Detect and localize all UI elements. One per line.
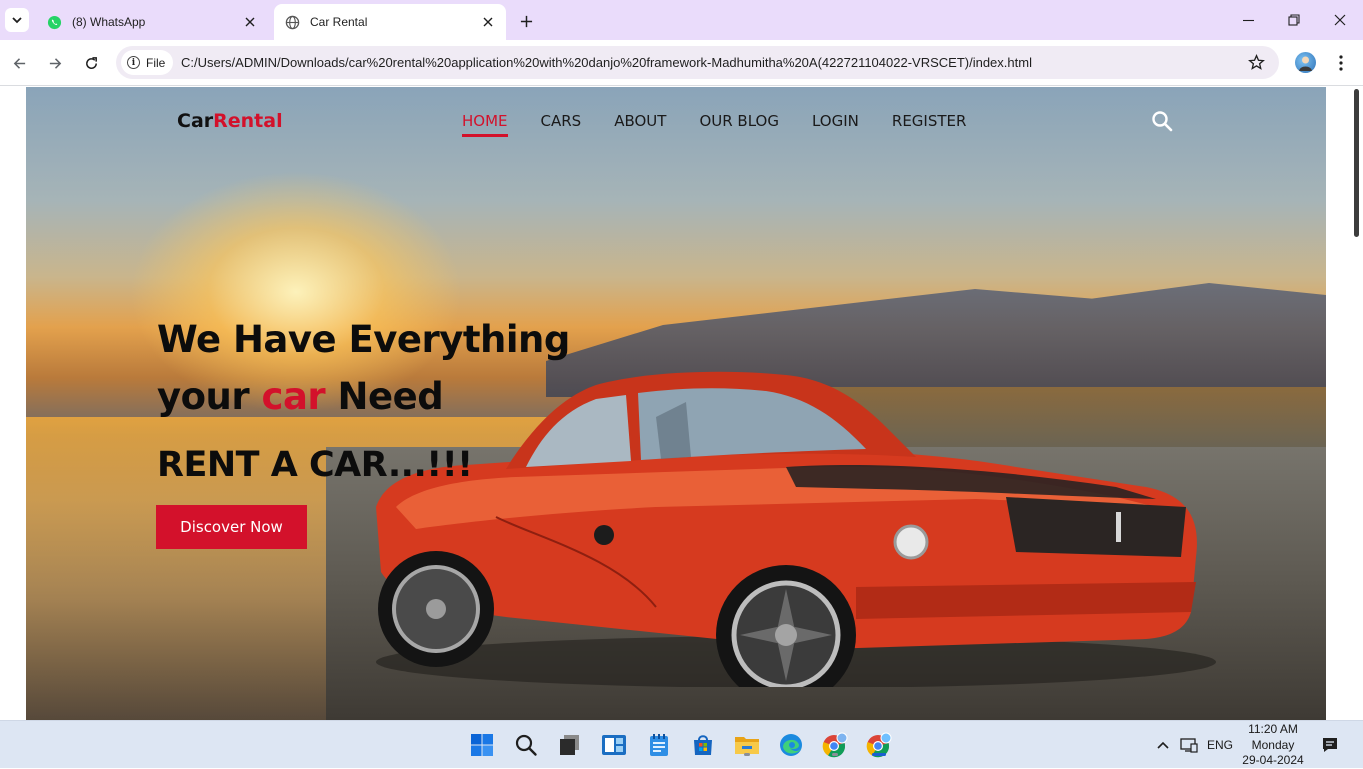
close-window-button[interactable] xyxy=(1325,6,1355,34)
notepad-icon[interactable] xyxy=(645,731,673,759)
nav-home[interactable]: HOME xyxy=(462,112,508,137)
clock-day: Monday xyxy=(1251,737,1295,752)
reload-icon xyxy=(85,56,97,69)
avatar-icon xyxy=(1299,56,1312,71)
site-info-chip[interactable]: i File xyxy=(121,50,174,75)
store-icon[interactable] xyxy=(689,731,717,759)
nav-register[interactable]: REGISTER xyxy=(892,112,967,137)
language-indicator[interactable]: ENG xyxy=(1207,721,1233,769)
show-hidden-icons-button[interactable] xyxy=(1156,721,1170,769)
windows-taskbar: ENG 11:20 AM Monday 29-04-2024 xyxy=(0,720,1363,768)
tab-car-rental[interactable]: Car Rental xyxy=(274,4,506,40)
nav-about[interactable]: ABOUT xyxy=(614,112,666,137)
hero-heading-highlight: car xyxy=(261,375,326,418)
address-bar[interactable]: i File C:/Users/ADMIN/Downloads/car%20re… xyxy=(116,46,1279,79)
nav-our-blog[interactable]: OUR BLOG xyxy=(699,112,779,137)
notification-icon xyxy=(1323,738,1337,752)
discover-now-button[interactable]: Discover Now xyxy=(156,505,307,549)
arrow-right-icon xyxy=(49,57,61,69)
plus-icon xyxy=(520,15,532,27)
restore-icon xyxy=(1288,14,1300,26)
tab-whatsapp[interactable]: (8) WhatsApp xyxy=(36,4,268,40)
search-icon[interactable] xyxy=(1151,110,1173,132)
hero-heading-line2-end: Need xyxy=(325,375,444,418)
edge-icon[interactable] xyxy=(777,731,805,759)
minimize-icon xyxy=(1242,19,1254,21)
hero-subheading: RENT A CAR...!!! xyxy=(157,445,473,485)
clock-time: 11:20 AM xyxy=(1248,722,1298,736)
bookmark-star-button[interactable] xyxy=(1247,53,1265,71)
scrollbar-thumb[interactable] xyxy=(1354,89,1359,237)
active-indicator xyxy=(872,753,886,756)
close-icon[interactable] xyxy=(480,14,496,30)
arrow-left-icon xyxy=(13,57,25,69)
network-button[interactable] xyxy=(1180,721,1198,769)
search-icon[interactable] xyxy=(512,731,540,759)
scheme-label: File xyxy=(146,55,166,70)
hero-section: CarRental HOME CARS ABOUT OUR BLOG LOGIN… xyxy=(26,87,1326,720)
info-icon: i xyxy=(127,56,140,69)
back-button[interactable] xyxy=(7,51,31,75)
widgets-icon[interactable] xyxy=(600,731,628,759)
hero-heading: We Have Everything your car Need xyxy=(157,311,570,425)
nav-login[interactable]: LOGIN xyxy=(812,112,859,137)
logo-text-rental: Rental xyxy=(213,110,283,132)
windows-start-icon[interactable] xyxy=(468,731,496,759)
site-logo[interactable]: CarRental xyxy=(177,110,283,132)
chevron-down-icon xyxy=(12,17,22,24)
tab-title: Car Rental xyxy=(310,15,368,29)
notifications-button[interactable] xyxy=(1321,721,1339,769)
network-icon xyxy=(1180,738,1198,753)
browser-toolbar: i File C:/Users/ADMIN/Downloads/car%20re… xyxy=(0,40,1363,86)
page-viewport: CarRental HOME CARS ABOUT OUR BLOG LOGIN… xyxy=(0,87,1363,720)
running-indicator xyxy=(832,753,838,756)
hero-heading-line2-start: your xyxy=(157,375,262,418)
page-scrollbar[interactable] xyxy=(1349,87,1363,720)
tab-title: (8) WhatsApp xyxy=(72,15,146,29)
file-explorer-icon[interactable] xyxy=(733,731,761,759)
forward-button[interactable] xyxy=(43,51,67,75)
minimize-button[interactable] xyxy=(1233,6,1263,34)
profile-avatar[interactable] xyxy=(1295,52,1316,73)
logo-text-car: Car xyxy=(177,110,214,132)
url-text[interactable]: C:/Users/ADMIN/Downloads/car%20rental%20… xyxy=(181,55,1032,70)
chevron-up-icon xyxy=(1157,741,1169,749)
task-view-icon[interactable] xyxy=(556,731,584,759)
browser-menu-button[interactable] xyxy=(1331,51,1351,75)
tab-search-button[interactable] xyxy=(5,8,29,32)
more-vert-icon xyxy=(1339,55,1343,71)
chrome-icon[interactable] xyxy=(821,731,849,759)
site-nav: HOME CARS ABOUT OUR BLOG LOGIN REGISTER xyxy=(462,112,999,137)
whatsapp-icon xyxy=(46,14,62,30)
close-icon xyxy=(1334,14,1346,26)
close-icon[interactable] xyxy=(242,14,258,30)
chrome-active-icon[interactable] xyxy=(865,731,893,759)
restore-button[interactable] xyxy=(1279,6,1309,34)
running-indicator xyxy=(744,753,750,756)
system-clock[interactable]: 11:20 AM Monday 29-04-2024 xyxy=(1238,722,1308,769)
reload-button[interactable] xyxy=(79,51,103,75)
hero-heading-line2: your car Need xyxy=(157,368,570,425)
nav-cars[interactable]: CARS xyxy=(541,112,582,137)
hero-heading-line1: We Have Everything xyxy=(157,318,570,361)
browser-tab-strip: (8) WhatsApp Car Rental xyxy=(0,0,1363,40)
star-icon xyxy=(1247,53,1265,70)
new-tab-button[interactable] xyxy=(515,10,537,32)
globe-icon xyxy=(284,14,300,30)
clock-date: 29-04-2024 xyxy=(1242,753,1304,767)
